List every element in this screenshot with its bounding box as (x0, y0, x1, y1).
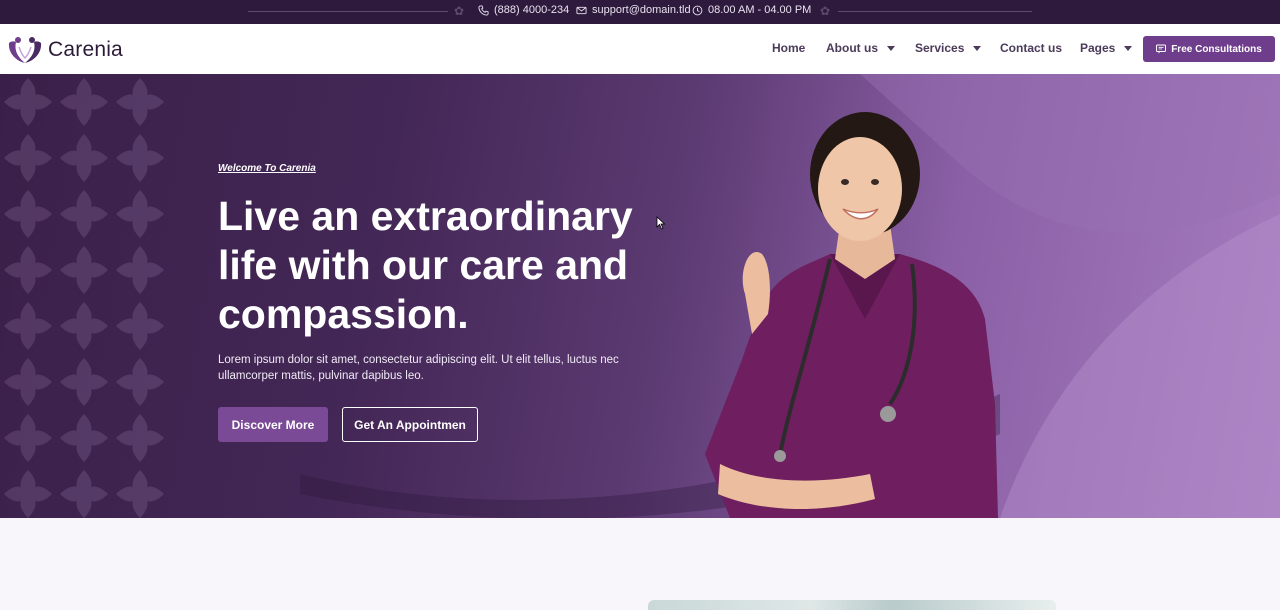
caret-down-icon (973, 45, 982, 51)
flower-icon: ✿ (819, 4, 831, 18)
divider (838, 11, 1032, 12)
chat-icon (1156, 44, 1167, 54)
email-info[interactable]: support@domain.tld (576, 4, 691, 16)
nav-label: Contact us (1000, 41, 1063, 55)
clock-icon (692, 5, 703, 15)
email-address: support@domain.tld (592, 4, 691, 16)
nav-item-services[interactable]: Services (915, 41, 982, 55)
hero-section: Welcome To Carenia Live an extraordinary… (0, 74, 1280, 518)
main-navbar: Carenia Home About us Services Contact u… (0, 24, 1280, 74)
phone-number: (888) 4000-234 (494, 4, 570, 16)
caret-down-icon (887, 45, 895, 51)
next-section (0, 518, 1280, 610)
nav-label: About us (826, 41, 878, 55)
site-logo[interactable]: Carenia (6, 35, 123, 65)
nav-label: Services (915, 41, 965, 55)
welcome-tagline: Welcome To Carenia (218, 163, 316, 174)
nav-item-about[interactable]: About us (826, 41, 895, 55)
discover-more-button[interactable]: Discover More (218, 407, 328, 442)
heart-people-logo-icon (8, 37, 42, 63)
nav-item-pages[interactable]: Pages (1080, 41, 1133, 55)
phone-icon (478, 4, 489, 16)
hero-headline: Live an extraordinary life with our care… (218, 193, 633, 337)
top-info-bar: ✿ (888) 4000-234 support@domain.tld 08.0… (0, 0, 1280, 24)
flower-icon: ✿ (453, 4, 465, 18)
get-appointment-button[interactable]: Get An Appointmen (342, 407, 478, 442)
mail-icon (576, 6, 587, 14)
caret-down-icon (1124, 45, 1133, 51)
nav-item-home[interactable]: Home (772, 41, 805, 55)
cta-label: Free Consultations (1171, 43, 1262, 55)
doctor-photo (705, 112, 998, 518)
hero-description: Lorem ipsum dolor sit amet, consectetur … (218, 354, 619, 382)
divider (248, 11, 448, 12)
mouse-cursor-icon (656, 216, 666, 230)
free-consultations-button[interactable]: Free Consultations (1143, 36, 1275, 62)
hours-info: 08.00 AM - 04.00 PM (692, 4, 811, 16)
nav-label: Home (772, 41, 806, 55)
nav-label: Pages (1080, 41, 1116, 55)
opening-hours: 08.00 AM - 04.00 PM (708, 4, 812, 16)
phone-info[interactable]: (888) 4000-234 (478, 4, 569, 16)
brand-name: Carenia (48, 38, 123, 61)
section-image-preview (648, 600, 1056, 610)
nav-item-contact[interactable]: Contact us (1000, 41, 1062, 55)
